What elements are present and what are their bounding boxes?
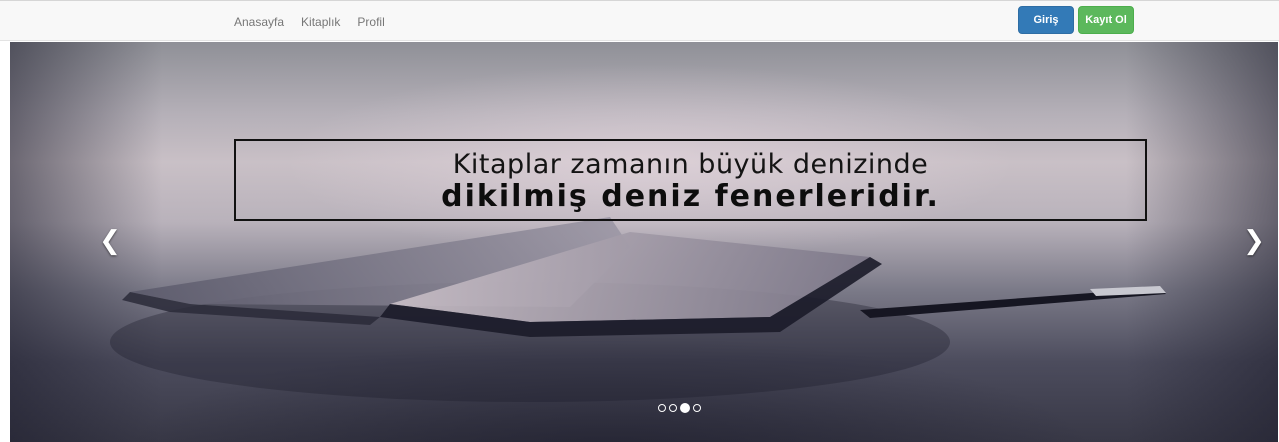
book-and-pen-illustration [110,217,1166,402]
carousel-indicator[interactable] [680,403,690,413]
carousel-indicator[interactable] [669,404,677,412]
nav-links: Anasayfa Kitaplık Profil [234,1,402,42]
signup-button[interactable]: Kayıt Ol [1078,6,1134,34]
navbar: Anasayfa Kitaplık Profil Giriş Kayıt Ol [0,0,1279,41]
quote-box: Kitaplar zamanın büyük denizinde dikilmi… [234,139,1147,221]
quote-line-2: dikilmiş deniz fenerleridir. [441,179,940,214]
hero-carousel: Kitaplar zamanın büyük denizinde dikilmi… [10,42,1278,442]
nav-link-anasayfa[interactable]: Anasayfa [234,15,284,29]
nav-link-profil[interactable]: Profil [357,15,384,29]
carousel-indicator[interactable] [658,404,666,412]
carousel-indicators [658,403,704,413]
login-button[interactable]: Giriş [1018,6,1074,34]
quote-line-1: Kitaplar zamanın büyük denizinde [452,149,929,180]
nav-link-kitaplik[interactable]: Kitaplık [301,15,340,29]
carousel-indicator[interactable] [693,404,701,412]
chevron-right-icon[interactable]: ❯ [1242,228,1266,254]
chevron-left-icon[interactable]: ❮ [98,228,122,254]
